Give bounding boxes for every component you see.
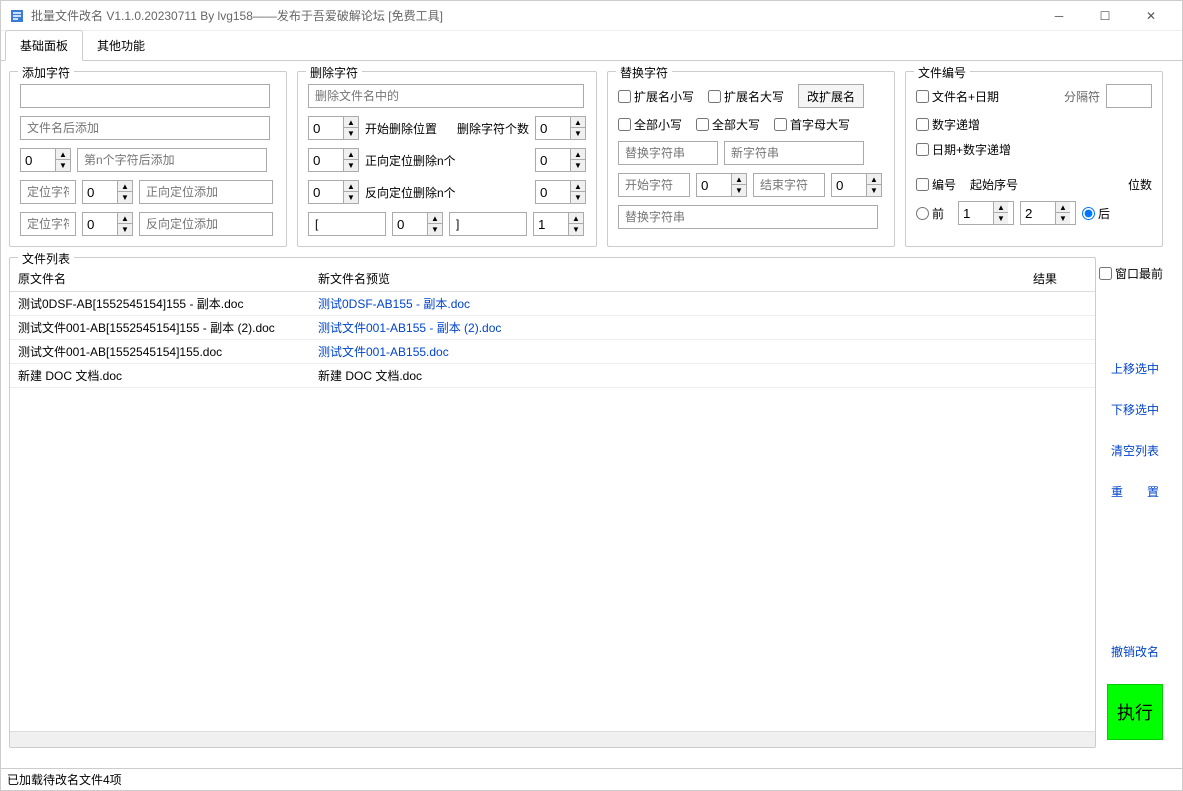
tab-other[interactable]: 其他功能 (83, 31, 159, 60)
group-add-legend: 添加字符 (18, 64, 74, 81)
cell-orig: 测试文件001-AB[1552545154]155 - 副本 (2).doc (10, 316, 310, 340)
name-date-check[interactable] (916, 90, 929, 103)
group-del-legend: 删除字符 (306, 64, 362, 81)
move-down-button[interactable]: 下移选中 (1111, 401, 1159, 418)
num-inc-check[interactable] (916, 118, 929, 131)
cell-preview: 测试文件001-AB155 - 副本 (2).doc (310, 316, 1025, 340)
cell-orig: 新建 DOC 文档.doc (10, 364, 310, 388)
tab-basic[interactable]: 基础面板 (5, 30, 83, 61)
group-add: 添加字符 ▲▼ ▲▼ ▲▼ (9, 71, 287, 247)
pos-val2-spinner[interactable]: ▲▼ (82, 212, 133, 236)
bracket-left-input[interactable] (308, 212, 386, 236)
table-row[interactable]: 测试文件001-AB[1552545154]155.doc测试文件001-AB1… (10, 340, 1095, 364)
table-row[interactable]: 测试0DSF-AB[1552545154]155 - 副本.doc测试0DSF-… (10, 292, 1095, 316)
digits-label: 位数 (1128, 176, 1152, 193)
cell-result (1025, 292, 1095, 316)
separator-input[interactable] (1106, 84, 1152, 108)
table-row[interactable]: 新建 DOC 文档.doc新建 DOC 文档.doc (10, 364, 1095, 388)
maximize-button[interactable]: ☐ (1082, 1, 1128, 31)
start-no-spinner[interactable]: ▲▼ (958, 201, 1014, 225)
digits-spinner[interactable]: ▲▼ (1020, 201, 1076, 225)
col-orig[interactable]: 原文件名 (10, 266, 310, 292)
new-str-input[interactable] (724, 141, 864, 165)
cell-orig: 测试0DSF-AB[1552545154]155 - 副本.doc (10, 292, 310, 316)
nth-char-input[interactable] (77, 148, 267, 172)
rev-del-spinner[interactable]: ▲▼ (308, 180, 359, 204)
pos-val1-spinner[interactable]: ▲▼ (82, 180, 133, 204)
pos-char1-input[interactable] (20, 180, 76, 204)
close-button[interactable]: ✕ (1128, 1, 1174, 31)
bracket-right-spinner[interactable]: ▲▼ (533, 212, 584, 236)
after-name-input[interactable] (20, 116, 270, 140)
separator-label: 分隔符 (1064, 88, 1100, 105)
col-preview[interactable]: 新文件名预览 (310, 266, 1025, 292)
pos-char2-input[interactable] (20, 212, 76, 236)
status-bar: 已加载待改名文件4项 (1, 768, 1182, 790)
date-num-check[interactable] (916, 143, 929, 156)
ext-lower-check[interactable] (618, 90, 631, 103)
back-radio[interactable] (1082, 207, 1095, 220)
minimize-button[interactable]: ─ (1036, 1, 1082, 31)
init-upper-check[interactable] (774, 118, 787, 131)
bracket-left-spinner[interactable]: ▲▼ (392, 212, 443, 236)
group-delete: 删除字符 ▲▼ 开始删除位置 删除字符个数 ▲▼ ▲▼ 正向定位删除n个 ▲▼ … (297, 71, 597, 247)
cell-preview: 测试文件001-AB155.doc (310, 340, 1025, 364)
fwd-del-n-spinner[interactable]: ▲▼ (535, 148, 586, 172)
clear-list-button[interactable]: 清空列表 (1111, 442, 1159, 459)
group-rep-legend: 替换字符 (616, 64, 672, 81)
replace-str2-input[interactable] (618, 205, 878, 229)
add-text-input[interactable] (20, 84, 270, 108)
cell-orig: 测试文件001-AB[1552545154]155.doc (10, 340, 310, 364)
start-pos-label: 开始删除位置 (365, 120, 437, 137)
bracket-right-input[interactable] (449, 212, 527, 236)
table-row[interactable]: 测试文件001-AB[1552545154]155 - 副本 (2).doc测试… (10, 316, 1095, 340)
start-no-label: 起始序号 (970, 176, 1018, 193)
col-result[interactable]: 结果 (1025, 266, 1095, 292)
front-radio[interactable] (916, 207, 929, 220)
group-replace: 替换字符 扩展名小写 扩展名大写 改扩展名 全部小写 全部大写 首字母大写 ▲▼… (607, 71, 895, 247)
start-char-input[interactable] (618, 173, 690, 197)
numbering-check[interactable] (916, 178, 929, 191)
app-icon (9, 8, 25, 24)
window-title: 批量文件改名 V1.1.0.20230711 By lvg158——发布于吾爱破… (31, 7, 1036, 24)
all-upper-check[interactable] (696, 118, 709, 131)
group-numbering: 文件编号 文件名+日期 分隔符 数字递增 日期+数字递增 编号 起始序号 位数 … (905, 71, 1163, 247)
cell-preview: 测试0DSF-AB155 - 副本.doc (310, 292, 1025, 316)
horizontal-scrollbar[interactable] (10, 731, 1095, 747)
undo-rename-button[interactable]: 撤销改名 (1111, 643, 1159, 660)
file-list-legend: 文件列表 (18, 250, 74, 267)
group-num-legend: 文件编号 (914, 64, 970, 81)
del-count-spinner[interactable]: ▲▼ (535, 116, 586, 140)
nth-char-spinner[interactable]: ▲▼ (20, 148, 71, 172)
cell-result (1025, 316, 1095, 340)
topmost-check[interactable] (1099, 267, 1112, 280)
start-char-spinner[interactable]: ▲▼ (696, 173, 747, 197)
rev-del-n-spinner[interactable]: ▲▼ (535, 180, 586, 204)
ext-upper-check[interactable] (708, 90, 721, 103)
move-up-button[interactable]: 上移选中 (1111, 360, 1159, 377)
cell-result (1025, 340, 1095, 364)
cell-preview: 新建 DOC 文档.doc (310, 364, 1025, 388)
del-count-label: 删除字符个数 (457, 120, 529, 137)
end-char-spinner[interactable]: ▲▼ (831, 173, 882, 197)
file-list-panel: 文件列表 原文件名 新文件名预览 结果 测试0DSF-AB[1552545154… (9, 257, 1096, 748)
fwd-del-label: 正向定位删除n个 (365, 152, 529, 169)
change-ext-button[interactable]: 改扩展名 (798, 84, 864, 108)
end-char-input[interactable] (753, 173, 825, 197)
replace-str-input[interactable] (618, 141, 718, 165)
reset-button[interactable]: 重 置 (1111, 483, 1159, 500)
execute-button[interactable]: 执行 (1107, 684, 1163, 740)
all-lower-check[interactable] (618, 118, 631, 131)
start-pos-spinner[interactable]: ▲▼ (308, 116, 359, 140)
remove-text-input[interactable] (308, 84, 584, 108)
fwd-del-spinner[interactable]: ▲▼ (308, 148, 359, 172)
rev-add-input[interactable] (139, 212, 273, 236)
cell-result (1025, 364, 1095, 388)
fwd-add-input[interactable] (139, 180, 273, 204)
rev-del-label: 反向定位删除n个 (365, 184, 529, 201)
